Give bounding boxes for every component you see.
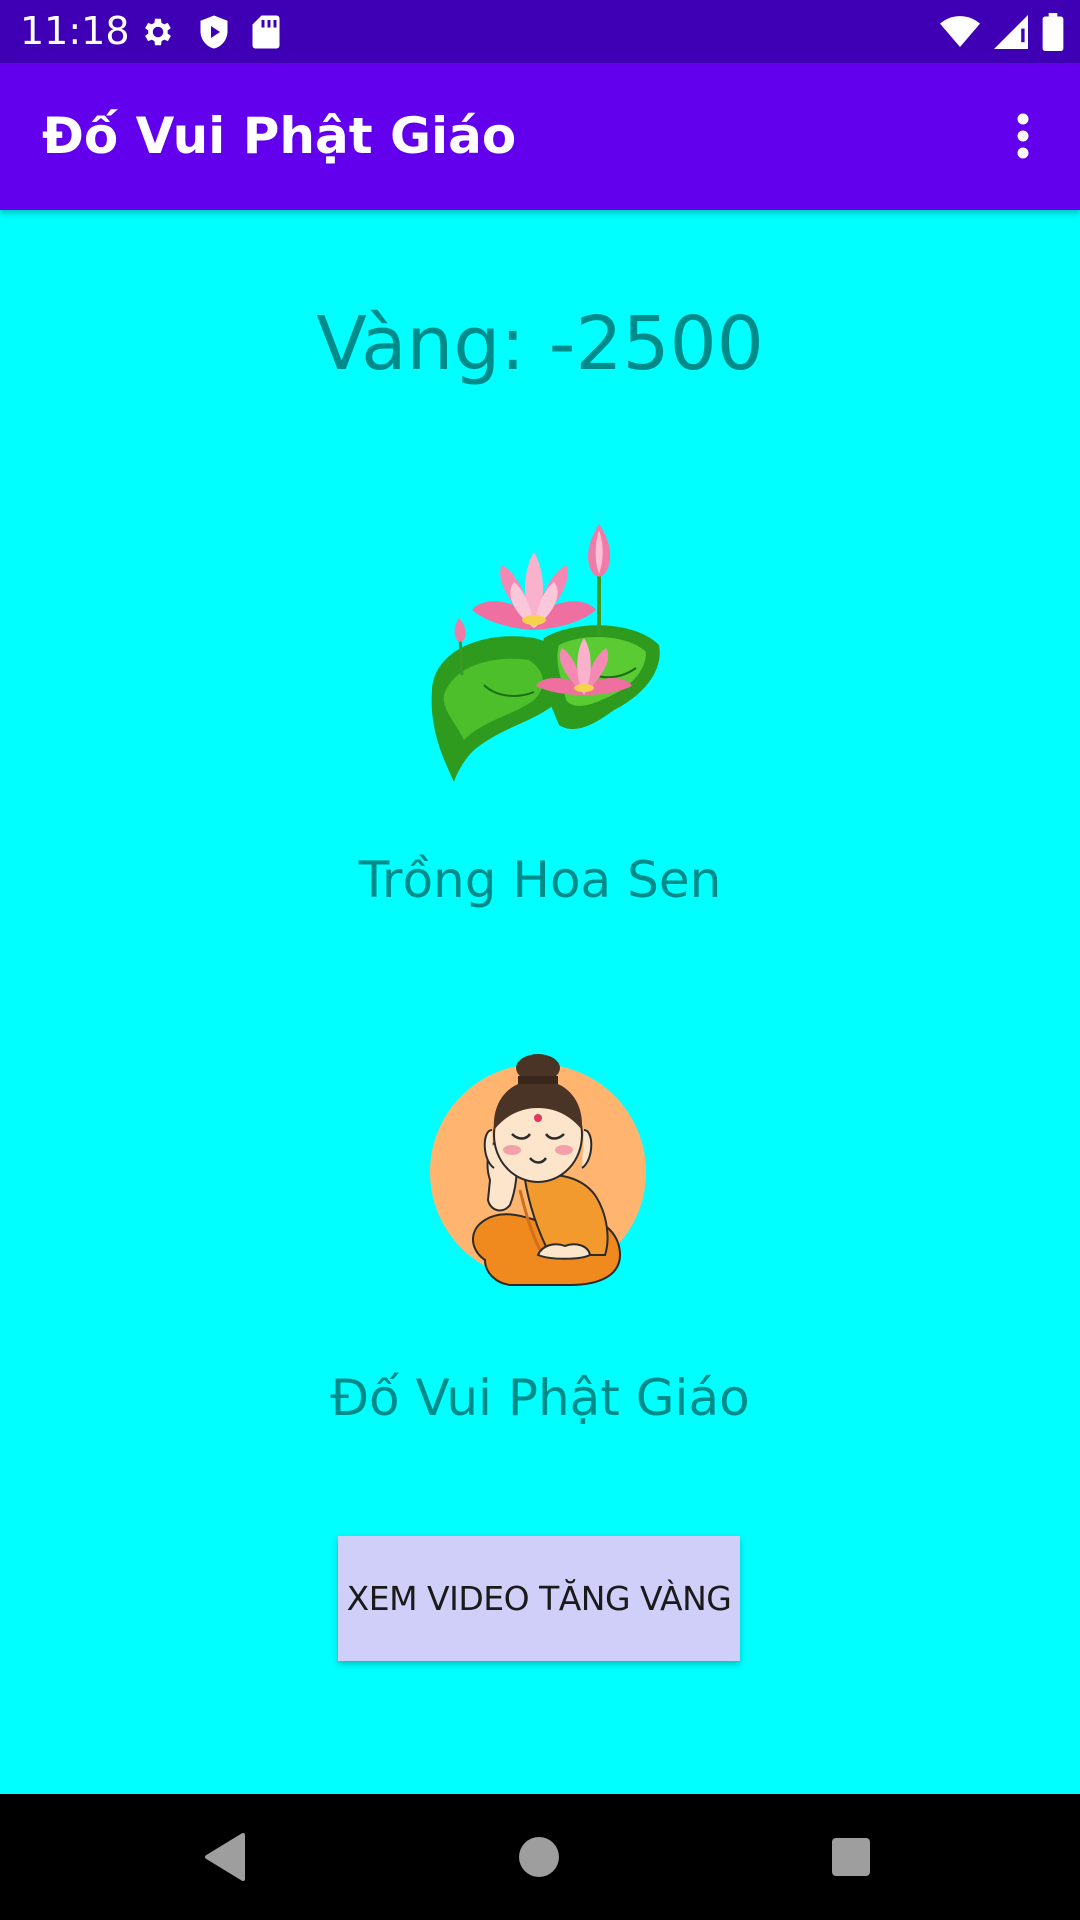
shield-play-icon: [200, 15, 228, 49]
status-bar: 11:18: [0, 0, 1080, 63]
watch-video-button[interactable]: XEM VIDEO TĂNG VÀNG: [338, 1536, 740, 1661]
app-bar: Đố Vui Phật Giáo: [0, 63, 1080, 210]
buddha-image[interactable]: [430, 1050, 655, 1290]
recents-icon: [832, 1838, 870, 1876]
wifi-icon: [940, 16, 980, 47]
overflow-menu-icon: [1017, 113, 1029, 159]
app-title: Đố Vui Phật Giáo: [42, 107, 517, 165]
app-screen: 11:18 Đố Vui Phật Giáo Vàng: -2500 Trồng…: [0, 0, 1080, 1920]
status-time: 11:18: [20, 9, 130, 53]
battery-icon: [1042, 13, 1064, 51]
status-right-icons: [940, 12, 1064, 52]
gold-balance: Vàng: -2500: [316, 301, 764, 387]
home-icon: [519, 1837, 559, 1877]
signal-icon: [994, 15, 1028, 49]
quiz-label[interactable]: Đố Vui Phật Giáo: [0, 1366, 1080, 1430]
sd-card-icon: [252, 15, 280, 49]
lotus-image[interactable]: [424, 520, 664, 782]
nav-recents-button[interactable]: [818, 1824, 884, 1890]
nav-back-button[interactable]: [192, 1824, 258, 1890]
status-left-icons: [140, 12, 280, 52]
nav-home-button[interactable]: [506, 1824, 572, 1890]
gear-icon: [145, 18, 171, 46]
overflow-menu-button[interactable]: [990, 103, 1056, 169]
system-nav-bar: [0, 1794, 1080, 1920]
lotus-label[interactable]: Trồng Hoa Sen: [0, 848, 1080, 912]
back-icon: [205, 1833, 245, 1881]
